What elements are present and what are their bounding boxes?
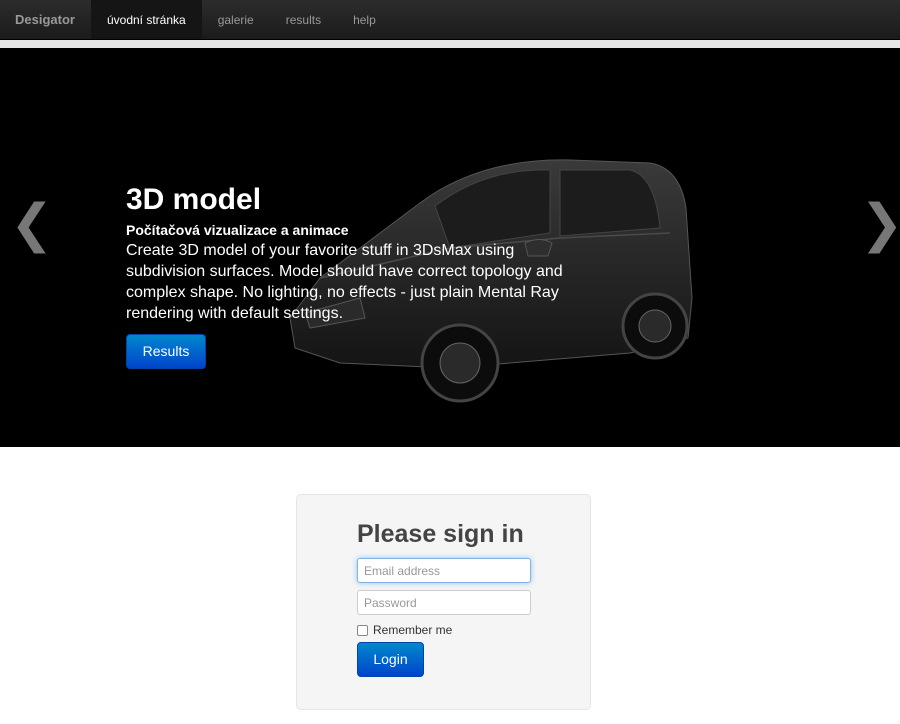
navbar-divider: [0, 40, 900, 48]
nav-item-gallery[interactable]: galerie: [202, 0, 270, 39]
nav-item-help[interactable]: help: [337, 0, 392, 39]
login-button[interactable]: Login: [357, 642, 424, 677]
results-button[interactable]: Results: [126, 334, 206, 369]
hero-carousel: ❮ ❯ 3D model Počítačová vizualizace a an…: [0, 48, 900, 447]
slide-subtitle: Počítačová vizualizace a animace: [126, 222, 349, 238]
remember-checkbox[interactable]: [357, 624, 368, 636]
remember-me[interactable]: Remember me: [357, 623, 452, 637]
signin-heading: Please sign in: [357, 520, 524, 548]
carousel-next-icon[interactable]: ❯: [860, 198, 900, 250]
brand-logo[interactable]: Desigator: [0, 0, 91, 39]
email-field[interactable]: [357, 558, 531, 583]
slide-title: 3D model: [126, 183, 262, 216]
slide-description: Create 3D model of your favorite stuff i…: [126, 242, 563, 322]
carousel-caption: 3D model Počítačová vizualizace a animac…: [126, 182, 566, 369]
top-navbar: Desigator úvodní stránka galerie results…: [0, 0, 900, 40]
nav-item-results[interactable]: results: [270, 0, 337, 39]
carousel-prev-icon[interactable]: ❮: [10, 198, 54, 250]
nav-item-home[interactable]: úvodní stránka: [90, 0, 202, 39]
remember-label: Remember me: [373, 623, 453, 637]
password-field[interactable]: [357, 590, 531, 615]
signin-form: Please sign in Remember me Login: [296, 494, 591, 710]
